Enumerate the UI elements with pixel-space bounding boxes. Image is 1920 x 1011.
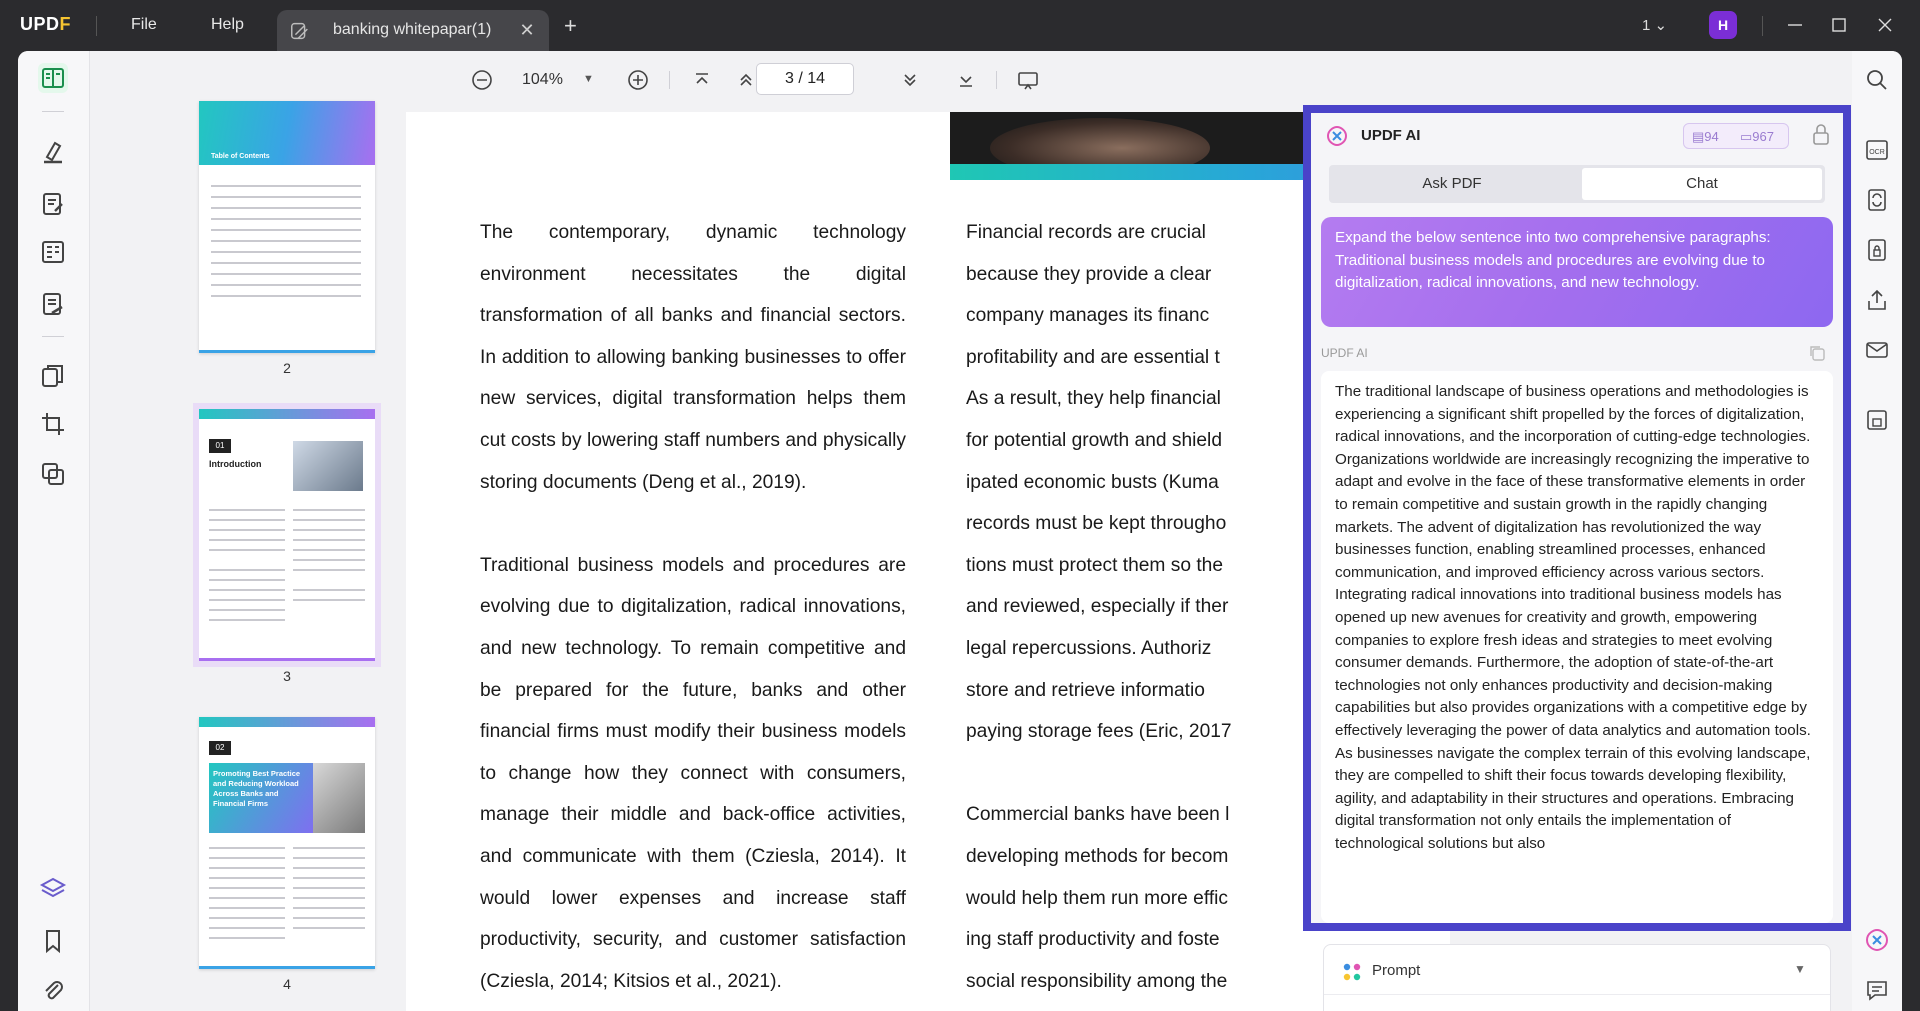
- edit-pdf-icon[interactable]: [38, 189, 68, 219]
- bookmark-icon[interactable]: [38, 926, 68, 956]
- highlighter-icon[interactable]: [38, 137, 68, 167]
- pdf-credits: ▤94: [1692, 129, 1719, 144]
- updf-ai-icon: [1326, 125, 1348, 147]
- viewer-toolbar: 104% ▼ 3 / 14: [394, 51, 1450, 106]
- paragraph: Traditional business models and procedur…: [480, 554, 906, 992]
- text-column-left: The contemporary, dynamic technology env…: [480, 212, 906, 1002]
- save-icon[interactable]: [1864, 407, 1890, 433]
- thumb-heading: Promoting Best Practice and Reducing Wor…: [213, 769, 301, 808]
- next-page-icon[interactable]: [898, 68, 922, 92]
- compare-icon[interactable]: [38, 459, 68, 489]
- lock-icon[interactable]: [1811, 123, 1831, 147]
- left-tool-rail: [18, 51, 90, 1011]
- first-page-icon[interactable]: [690, 68, 714, 92]
- presentation-icon[interactable]: [1016, 68, 1040, 92]
- ai-mode-tabs: Ask PDF Chat: [1329, 165, 1825, 203]
- menu-help[interactable]: Help: [211, 16, 244, 34]
- prompt-icon: [1343, 963, 1361, 981]
- document-tab-label: banking whitepapar(1): [333, 21, 492, 38]
- toolbar-separator: [669, 71, 670, 89]
- fill-sign-icon[interactable]: [38, 289, 68, 319]
- chevron-down-icon[interactable]: ▼: [1794, 962, 1806, 976]
- window-count[interactable]: 1 ⌄: [1642, 16, 1667, 34]
- main-area: Table of Contents 2 01 Introduction 3 02…: [18, 51, 1902, 1011]
- user-avatar[interactable]: H: [1709, 11, 1737, 39]
- thumbnail-page-4[interactable]: 02 Promoting Best Practice and Reducing …: [199, 717, 375, 969]
- minimize-icon[interactable]: [1782, 12, 1808, 38]
- rail-separator: [42, 336, 64, 337]
- thumb-heading: Introduction: [209, 459, 262, 469]
- send-icon[interactable]: [1784, 1005, 1814, 1011]
- last-page-icon[interactable]: [954, 68, 978, 92]
- search-icon[interactable]: [1864, 67, 1890, 93]
- zoom-level[interactable]: 104%: [522, 71, 563, 89]
- thumb-heading: Table of Contents: [211, 153, 270, 160]
- share-icon[interactable]: [1864, 287, 1890, 313]
- app-logo: UPDF: [20, 14, 72, 34]
- page-number-input[interactable]: 3 / 14: [756, 63, 854, 95]
- thumbnail-page-2[interactable]: Table of Contents: [199, 101, 375, 353]
- title-separator: [96, 16, 97, 36]
- updf-ai-launch-icon[interactable]: [1864, 927, 1890, 953]
- paragraph: The contemporary, dynamic technology env…: [480, 222, 906, 493]
- previous-page-icon[interactable]: [734, 68, 758, 92]
- email-icon[interactable]: [1864, 337, 1890, 363]
- thumbnail-panel: Table of Contents 2 01 Introduction 3 02…: [91, 51, 394, 1011]
- response-paragraph: The traditional landscape of business op…: [1335, 383, 1811, 739]
- svg-text:OCR: OCR: [1869, 149, 1885, 156]
- prompt-label: Prompt: [1372, 962, 1421, 979]
- close-window-icon[interactable]: [1872, 12, 1898, 38]
- rail-separator: [42, 111, 64, 112]
- thumbnail-page-number: 2: [283, 360, 291, 376]
- toolbar-separator: [996, 71, 997, 89]
- ai-credits-badge[interactable]: ▤94 ▭967: [1683, 123, 1789, 149]
- ask-input[interactable]: [1334, 1003, 1774, 1011]
- prompt-selector[interactable]: Prompt ▼: [1324, 945, 1830, 995]
- maximize-icon[interactable]: [1826, 12, 1852, 38]
- protect-icon[interactable]: [1864, 237, 1890, 263]
- ocr-icon[interactable]: OCR: [1864, 137, 1890, 163]
- copy-icon[interactable]: [1807, 343, 1827, 363]
- user-message: Expand the below sentence into two compr…: [1321, 217, 1833, 327]
- close-tab-icon[interactable]: ✕: [515, 18, 539, 42]
- new-tab-button[interactable]: +: [564, 15, 577, 37]
- updf-ai-panel: UPDF AI ▤94 ▭967 Ask PDF Chat Expand the…: [1303, 105, 1851, 931]
- ai-response: The traditional landscape of business op…: [1321, 371, 1833, 923]
- thumbnail-page-3[interactable]: 01 Introduction: [193, 403, 381, 667]
- title-separator-2: [1762, 16, 1763, 36]
- convert-icon[interactable]: [1864, 187, 1890, 213]
- form-icon[interactable]: [38, 237, 68, 267]
- chat-input-area: Prompt ▼: [1323, 944, 1831, 1011]
- comment-icon[interactable]: [1864, 977, 1890, 1003]
- thumb-badge: 02: [209, 741, 231, 755]
- ai-response-label: UPDF AI: [1321, 346, 1368, 360]
- pdf-page: The contemporary, dynamic technology env…: [406, 112, 1450, 1011]
- zoom-dropdown-icon[interactable]: ▼: [583, 73, 594, 85]
- tab-ask-pdf[interactable]: Ask PDF: [1332, 168, 1572, 200]
- thumb-badge: 01: [209, 439, 231, 453]
- thumbnail-page-number: 3: [283, 668, 291, 684]
- organize-pages-icon[interactable]: [38, 361, 68, 391]
- chat-credits: ▭967: [1740, 129, 1774, 144]
- tab-chat[interactable]: Chat: [1582, 168, 1822, 200]
- layers-icon[interactable]: [38, 874, 68, 904]
- document-tab-icon: [291, 22, 308, 40]
- reader-mode-icon[interactable]: [38, 63, 68, 93]
- thumbnail-page-number: 4: [283, 976, 291, 992]
- response-paragraph: As businesses navigate the complex terra…: [1335, 744, 1811, 852]
- pdf-viewer: 104% ▼ 3 / 14 The contemporary, dynamic …: [394, 51, 1450, 1011]
- zoom-in-icon[interactable]: [626, 68, 650, 92]
- attachment-icon[interactable]: [38, 976, 68, 1006]
- ai-panel-title: UPDF AI: [1361, 127, 1421, 144]
- document-tab[interactable]: banking whitepapar(1) ✕: [277, 10, 549, 51]
- right-tool-rail: OCR: [1852, 51, 1902, 1011]
- menu-file[interactable]: File: [131, 16, 157, 34]
- crop-icon[interactable]: [38, 409, 68, 439]
- zoom-out-icon[interactable]: [470, 68, 494, 92]
- title-bar: UPDF File Help banking whitepapar(1) ✕ +…: [0, 0, 1920, 51]
